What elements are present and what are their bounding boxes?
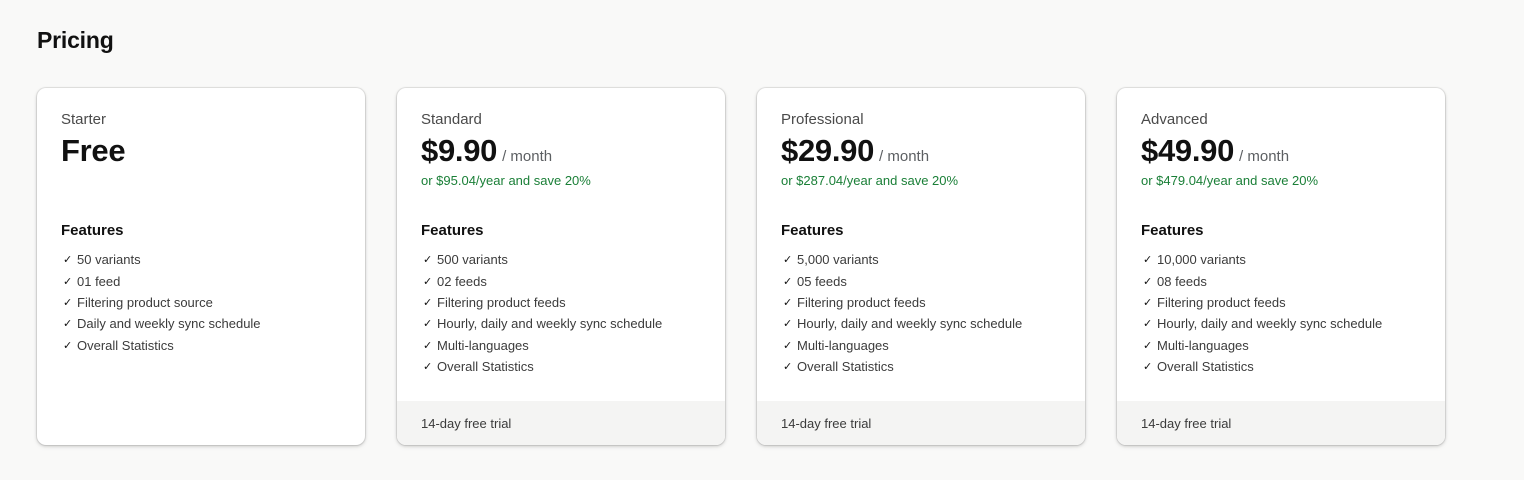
feature-item: ✓ 05 feeds bbox=[783, 273, 847, 289]
features-title: Features bbox=[421, 222, 484, 239]
yearly-savings: or $95.04/year and save 20% bbox=[421, 173, 591, 188]
free-trial-footer: 14-day free trial bbox=[1117, 401, 1445, 445]
feature-item: ✓ Multi-languages bbox=[783, 337, 889, 353]
price-period: / month bbox=[879, 148, 930, 165]
features-title: Features bbox=[1141, 222, 1204, 239]
feature-item: ✓ Multi-languages bbox=[423, 337, 529, 353]
feature-item: ✓ Overall Statistics bbox=[423, 359, 534, 375]
feature-item: ✓ 08 feeds bbox=[1143, 273, 1207, 289]
feature-item: ✓ Overall Statistics bbox=[783, 359, 894, 375]
checkmark-icon: ✓ bbox=[423, 318, 433, 331]
checkmark-icon: ✓ bbox=[63, 275, 73, 288]
feature-item: ✓ Hourly, daily and weekly sync schedule bbox=[1143, 316, 1383, 332]
feature-item: ✓ 50 variants bbox=[63, 252, 141, 268]
pricing-cards: Starter Free Features ✓ 50 variants ✓ 01 f… bbox=[37, 88, 1445, 445]
feature-item: ✓ Filtering product feeds bbox=[783, 294, 926, 310]
checkmark-icon: ✓ bbox=[423, 339, 433, 352]
price-row: $9.90 / month bbox=[421, 133, 552, 169]
checkmark-icon: ✓ bbox=[1143, 339, 1153, 352]
checkmark-icon: ✓ bbox=[783, 254, 793, 267]
checkmark-icon: ✓ bbox=[63, 339, 73, 352]
plan-card-advanced[interactable]: Advanced $49.90 / month or $479.04/year … bbox=[1117, 88, 1445, 445]
feature-item: ✓ 5,000 variants bbox=[783, 252, 879, 268]
yearly-savings: or $287.04/year and save 20% bbox=[781, 173, 959, 188]
feature-item: ✓ Filtering product feeds bbox=[1143, 294, 1286, 310]
feature-item: ✓ Hourly, daily and weekly sync schedule bbox=[423, 316, 663, 332]
plan-name: Advanced bbox=[1141, 111, 1208, 128]
plan-card-standard[interactable]: Standard $9.90 / month or $95.04/year an… bbox=[397, 88, 725, 445]
checkmark-icon: ✓ bbox=[423, 361, 433, 374]
feature-item: ✓ Hourly, daily and weekly sync schedule bbox=[783, 316, 1023, 332]
feature-item: ✓ 02 feeds bbox=[423, 273, 487, 289]
checkmark-icon: ✓ bbox=[1143, 296, 1153, 309]
checkmark-icon: ✓ bbox=[63, 254, 73, 267]
price-period: / month bbox=[502, 148, 553, 165]
feature-item: ✓ Multi-languages bbox=[1143, 337, 1249, 353]
plan-price: $49.90 bbox=[1141, 133, 1235, 168]
price-period: / month bbox=[1239, 148, 1290, 165]
checkmark-icon: ✓ bbox=[1143, 275, 1153, 288]
features-title: Features bbox=[781, 222, 844, 239]
checkmark-icon: ✓ bbox=[783, 361, 793, 374]
feature-item: ✓ Daily and weekly sync schedule bbox=[63, 316, 261, 332]
feature-item: ✓ Filtering product feeds bbox=[423, 294, 566, 310]
feature-item: ✓ Filtering product source bbox=[63, 294, 213, 310]
checkmark-icon: ✓ bbox=[1143, 361, 1153, 374]
checkmark-icon: ✓ bbox=[63, 296, 73, 309]
price-row: $49.90 / month bbox=[1141, 133, 1289, 169]
feature-list: ✓ 5,000 variants ✓ 05 feeds ✓ Filtering pro… bbox=[781, 249, 1022, 377]
plan-name: Professional bbox=[781, 111, 864, 128]
checkmark-icon: ✓ bbox=[423, 254, 433, 267]
feature-list: ✓ 50 variants ✓ 01 feed ✓ Filtering product… bbox=[61, 249, 261, 356]
yearly-savings: or $479.04/year and save 20% bbox=[1141, 173, 1319, 188]
plan-price: $29.90 bbox=[781, 133, 875, 168]
checkmark-icon: ✓ bbox=[1143, 318, 1153, 331]
plan-card-starter[interactable]: Starter Free Features ✓ 50 variants ✓ 01 f… bbox=[37, 88, 365, 445]
plan-name: Standard bbox=[421, 111, 482, 128]
feature-list: ✓ 10,000 variants ✓ 08 feeds ✓ Filtering pr… bbox=[1141, 249, 1382, 377]
plan-card-professional[interactable]: Professional $29.90 / month or $287.04/y… bbox=[757, 88, 1085, 445]
plan-name: Starter bbox=[61, 111, 107, 128]
features-title: Features bbox=[61, 222, 124, 239]
price-row: $29.90 / month bbox=[781, 133, 929, 169]
checkmark-icon: ✓ bbox=[783, 339, 793, 352]
checkmark-icon: ✓ bbox=[423, 275, 433, 288]
checkmark-icon: ✓ bbox=[783, 318, 793, 331]
feature-item: ✓ 500 variants bbox=[423, 252, 508, 268]
price-row: Free bbox=[61, 133, 126, 169]
feature-item: ✓ 10,000 variants bbox=[1143, 252, 1246, 268]
checkmark-icon: ✓ bbox=[63, 318, 73, 331]
checkmark-icon: ✓ bbox=[1143, 254, 1153, 267]
feature-item: ✓ Overall Statistics bbox=[1143, 359, 1254, 375]
checkmark-icon: ✓ bbox=[423, 296, 433, 309]
feature-item: ✓ 01 feed bbox=[63, 273, 121, 289]
feature-list: ✓ 500 variants ✓ 02 feeds ✓ Filtering produ… bbox=[421, 249, 662, 377]
checkmark-icon: ✓ bbox=[783, 296, 793, 309]
page-title: Pricing bbox=[37, 27, 114, 53]
plan-price: Free bbox=[61, 133, 126, 168]
free-trial-footer: 14-day free trial bbox=[757, 401, 1085, 445]
free-trial-footer: 14-day free trial bbox=[397, 401, 725, 445]
checkmark-icon: ✓ bbox=[783, 275, 793, 288]
feature-item: ✓ Overall Statistics bbox=[63, 337, 174, 353]
plan-price: $9.90 bbox=[421, 133, 498, 168]
